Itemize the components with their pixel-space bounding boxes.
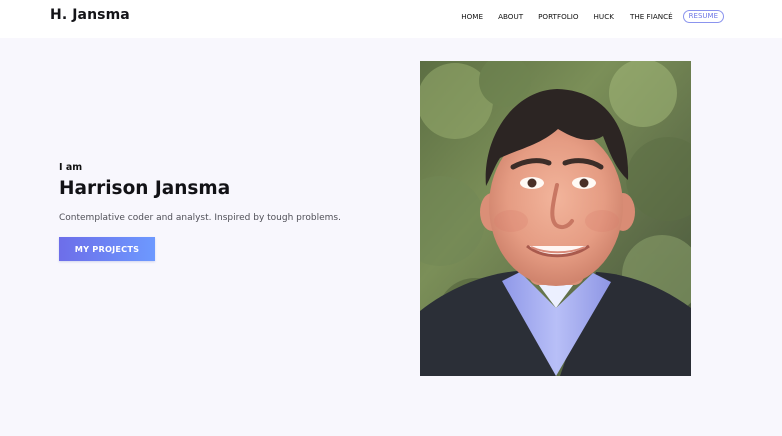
hero-name: Harrison Jansma <box>59 178 231 199</box>
hero-section: I am Harrison Jansma Contemplative coder… <box>0 38 782 436</box>
main-nav: HOME ABOUT PORTFOLIO HUCK THE FIANCÉ RES… <box>461 10 724 23</box>
nav-the-fiance[interactable]: THE FIANCÉ <box>630 12 673 21</box>
hero-tagline: Contemplative coder and analyst. Inspire… <box>59 213 341 223</box>
profile-photo <box>420 61 691 376</box>
profile-photo-graphic <box>420 61 691 376</box>
my-projects-button[interactable]: MY PROJECTS <box>59 237 155 261</box>
nav-home[interactable]: HOME <box>461 12 483 21</box>
intro-text: I am <box>59 162 83 173</box>
site-brand[interactable]: H. Jansma <box>50 7 130 23</box>
nav-huck[interactable]: HUCK <box>594 12 614 21</box>
resume-button[interactable]: RESUME <box>682 10 724 23</box>
top-navbar: H. Jansma HOME ABOUT PORTFOLIO HUCK THE … <box>0 0 782 38</box>
nav-portfolio[interactable]: PORTFOLIO <box>538 12 578 21</box>
nav-about[interactable]: ABOUT <box>498 12 523 21</box>
